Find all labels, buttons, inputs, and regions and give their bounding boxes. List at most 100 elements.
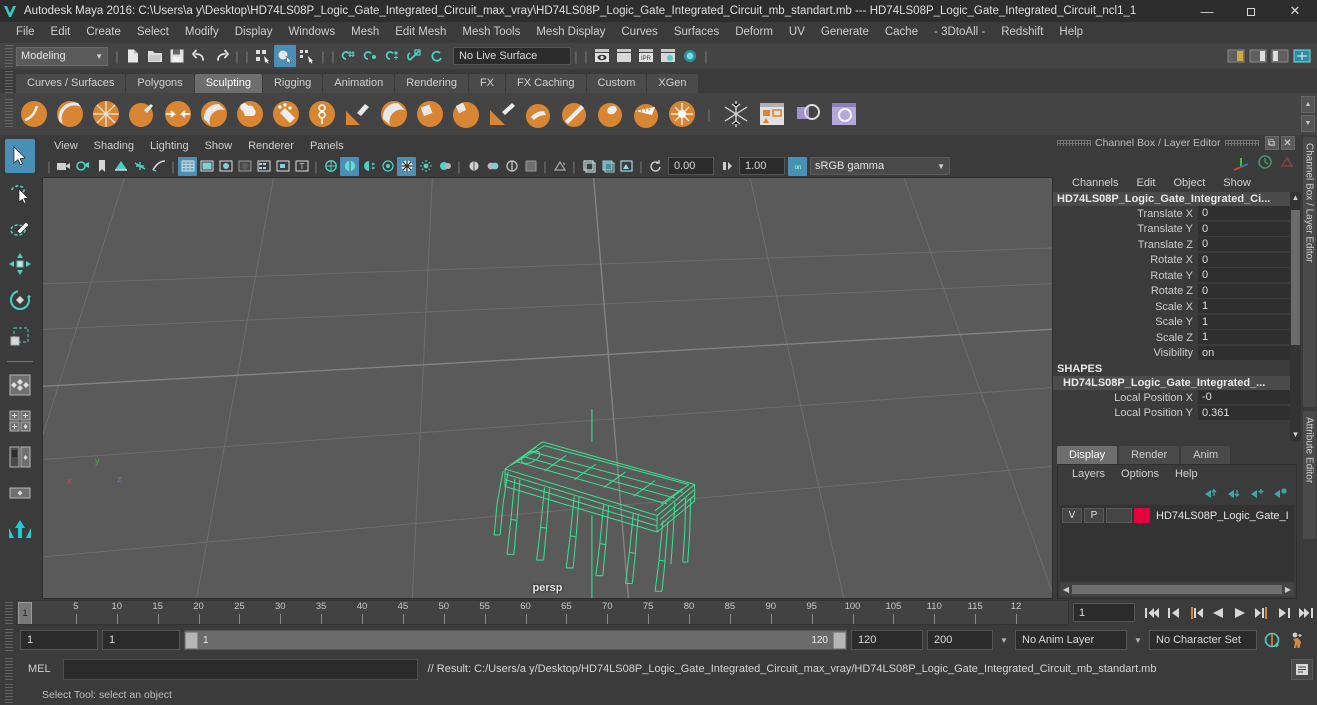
gate-mask-icon[interactable] [521,157,540,176]
time-slider[interactable]: 1 5 10 15 20 25 30 35 40 45 50 55 60 65 70 75 80 85 90 95 1… [16,600,1069,625]
step-forward-frame-icon[interactable] [1251,602,1273,624]
film-gate-icon[interactable] [483,157,502,176]
two-pane-stacked-layout-button[interactable] [5,440,35,474]
channelbox-menu-show[interactable]: Show [1214,177,1260,189]
viewport-menu-renderer[interactable]: Renderer [240,137,302,155]
viewport-menu-show[interactable]: Show [197,137,241,155]
menu-create[interactable]: Create [78,22,129,43]
channel-row[interactable]: Translate X 0 [1053,206,1290,222]
range-start-handle[interactable] [185,631,198,649]
channel-box-scrollbar[interactable]: ▲ ▼ [1290,192,1301,441]
range-slider-grip[interactable] [5,629,13,651]
minimize-button[interactable]: — [1185,0,1229,22]
hypergraph-persp-layout-button[interactable] [5,512,35,546]
new-scene-icon[interactable] [122,45,144,67]
range-slider[interactable]: 1 120 [184,630,847,650]
layer-menu-help[interactable]: Help [1167,468,1206,480]
step-back-frame-icon[interactable] [1185,602,1207,624]
render-current-frame-icon[interactable] [591,45,613,67]
menu-curves[interactable]: Curves [613,22,665,43]
render-settings-icon[interactable] [657,45,679,67]
channel-row[interactable]: Translate Y 0 [1053,221,1290,238]
channel-row[interactable]: Rotate Z 0 [1053,283,1290,300]
channel-row[interactable]: Scale Z 1 [1053,330,1290,346]
shelf-tab-fx[interactable]: FX [468,74,506,93]
snap-to-grid-icon[interactable] [338,45,360,67]
channel-value[interactable]: 0 [1198,283,1290,299]
menu-uv[interactable]: UV [781,22,813,43]
resolution-gate-icon[interactable] [502,157,521,176]
outliner-persp-layout-button[interactable] [5,476,35,510]
freeze-tool-icon[interactable] [629,97,663,131]
keyframe-clock-icon[interactable] [1257,154,1273,170]
wireframe-icon[interactable] [178,156,197,176]
xray-icon[interactable]: T [292,157,311,176]
menu-display[interactable]: Display [227,22,281,43]
pinch-tool-icon[interactable] [161,97,195,131]
go-to-end-icon[interactable] [1295,602,1317,624]
range-end-handle[interactable] [833,631,846,649]
channel-row[interactable]: Rotate Y 0 [1053,268,1290,284]
flatten-tool-icon[interactable] [197,97,231,131]
image-plane-icon[interactable] [111,157,130,176]
layer-name[interactable]: HD74LS08P_Logic_Gate_I [1152,510,1289,522]
create-layer-from-selected-icon[interactable] [1273,487,1288,500]
shelf-scroll-down-icon[interactable]: ▼ [1301,115,1315,132]
layer-move-up-icon[interactable] [1204,487,1219,500]
reset-exposure-icon[interactable] [646,157,665,176]
animation-preferences-icon[interactable] [1287,629,1309,651]
anim-layer-field[interactable]: No Anim Layer [1015,630,1127,650]
sculpt-layers-icon[interactable] [755,97,789,131]
shelf-tab-curves-surfaces[interactable]: Curves / Surfaces [16,74,126,93]
gamma-reset-icon[interactable] [717,157,736,176]
xray-joints-icon[interactable] [550,157,569,176]
close-button[interactable]: ✕ [1273,0,1317,22]
animation-start-time-field[interactable]: 1 [20,630,98,650]
ipr-render-icon[interactable]: IPR [635,45,657,67]
create-new-layer-icon[interactable] [1250,487,1265,500]
single-perspective-layout-button[interactable] [5,368,35,402]
imprint-tool-icon[interactable] [341,97,375,131]
channel-row[interactable]: Scale Y 1 [1053,314,1290,331]
view-transform-icon[interactable] [617,157,636,176]
shelf-tab-rendering[interactable]: Rendering [395,74,468,93]
duplicate-layer-icon[interactable] [791,97,825,131]
script-editor-icon[interactable] [1291,658,1313,680]
move-tool-button[interactable] [5,247,35,281]
shelf-grip[interactable] [5,71,13,93]
current-time-indicator[interactable]: 1 [18,602,32,624]
tab-attribute-editor[interactable]: Attribute Editor [1302,411,1316,539]
foamy-tool-icon[interactable] [233,97,267,131]
live-surface-field[interactable]: No Live Surface [453,47,571,65]
viewport-menu-view[interactable]: View [46,137,86,155]
depth-of-field-icon[interactable] [416,157,435,176]
perspective-viewport[interactable]: y x z persp [42,177,1053,599]
redo-icon[interactable] [210,45,232,67]
layer-editor-tab-render[interactable]: Render [1119,446,1180,464]
bulge-tool-icon[interactable] [557,97,591,131]
open-scene-icon[interactable] [144,45,166,67]
shape-channel-row[interactable]: Local Position Y 0.361 [1053,405,1290,422]
step-back-keyframe-icon[interactable] [1163,602,1185,624]
layer-editor-tab-display[interactable]: Display [1057,446,1118,464]
isolate-select-icon[interactable] [435,157,454,176]
grab-tool-icon[interactable] [125,97,159,131]
bookmark-icon[interactable] [92,157,111,176]
snap-to-point-icon[interactable] [382,45,404,67]
hypershade-icon[interactable] [679,45,701,67]
close-panel-button[interactable]: ✕ [1280,136,1295,150]
two-sided-lighting-icon[interactable] [130,157,149,176]
viewport-menu-shading[interactable]: Shading [86,137,142,155]
menu-cache[interactable]: Cache [877,22,926,43]
viewport-canvas[interactable] [43,178,1052,598]
convert-tool-icon[interactable] [665,97,699,131]
shaded-icon[interactable] [235,157,254,176]
shadows-icon[interactable] [149,157,168,176]
amplify-tool-icon[interactable] [593,97,627,131]
camera-attributes-icon[interactable] [73,157,92,176]
scrollbar-thumb[interactable] [1291,210,1300,345]
layer-menu-layers[interactable]: Layers [1064,468,1113,480]
maximize-button[interactable] [1229,0,1273,22]
shelf-scroll-up-icon[interactable]: ▲ [1301,96,1315,113]
channel-value[interactable]: 0 [1198,252,1290,268]
